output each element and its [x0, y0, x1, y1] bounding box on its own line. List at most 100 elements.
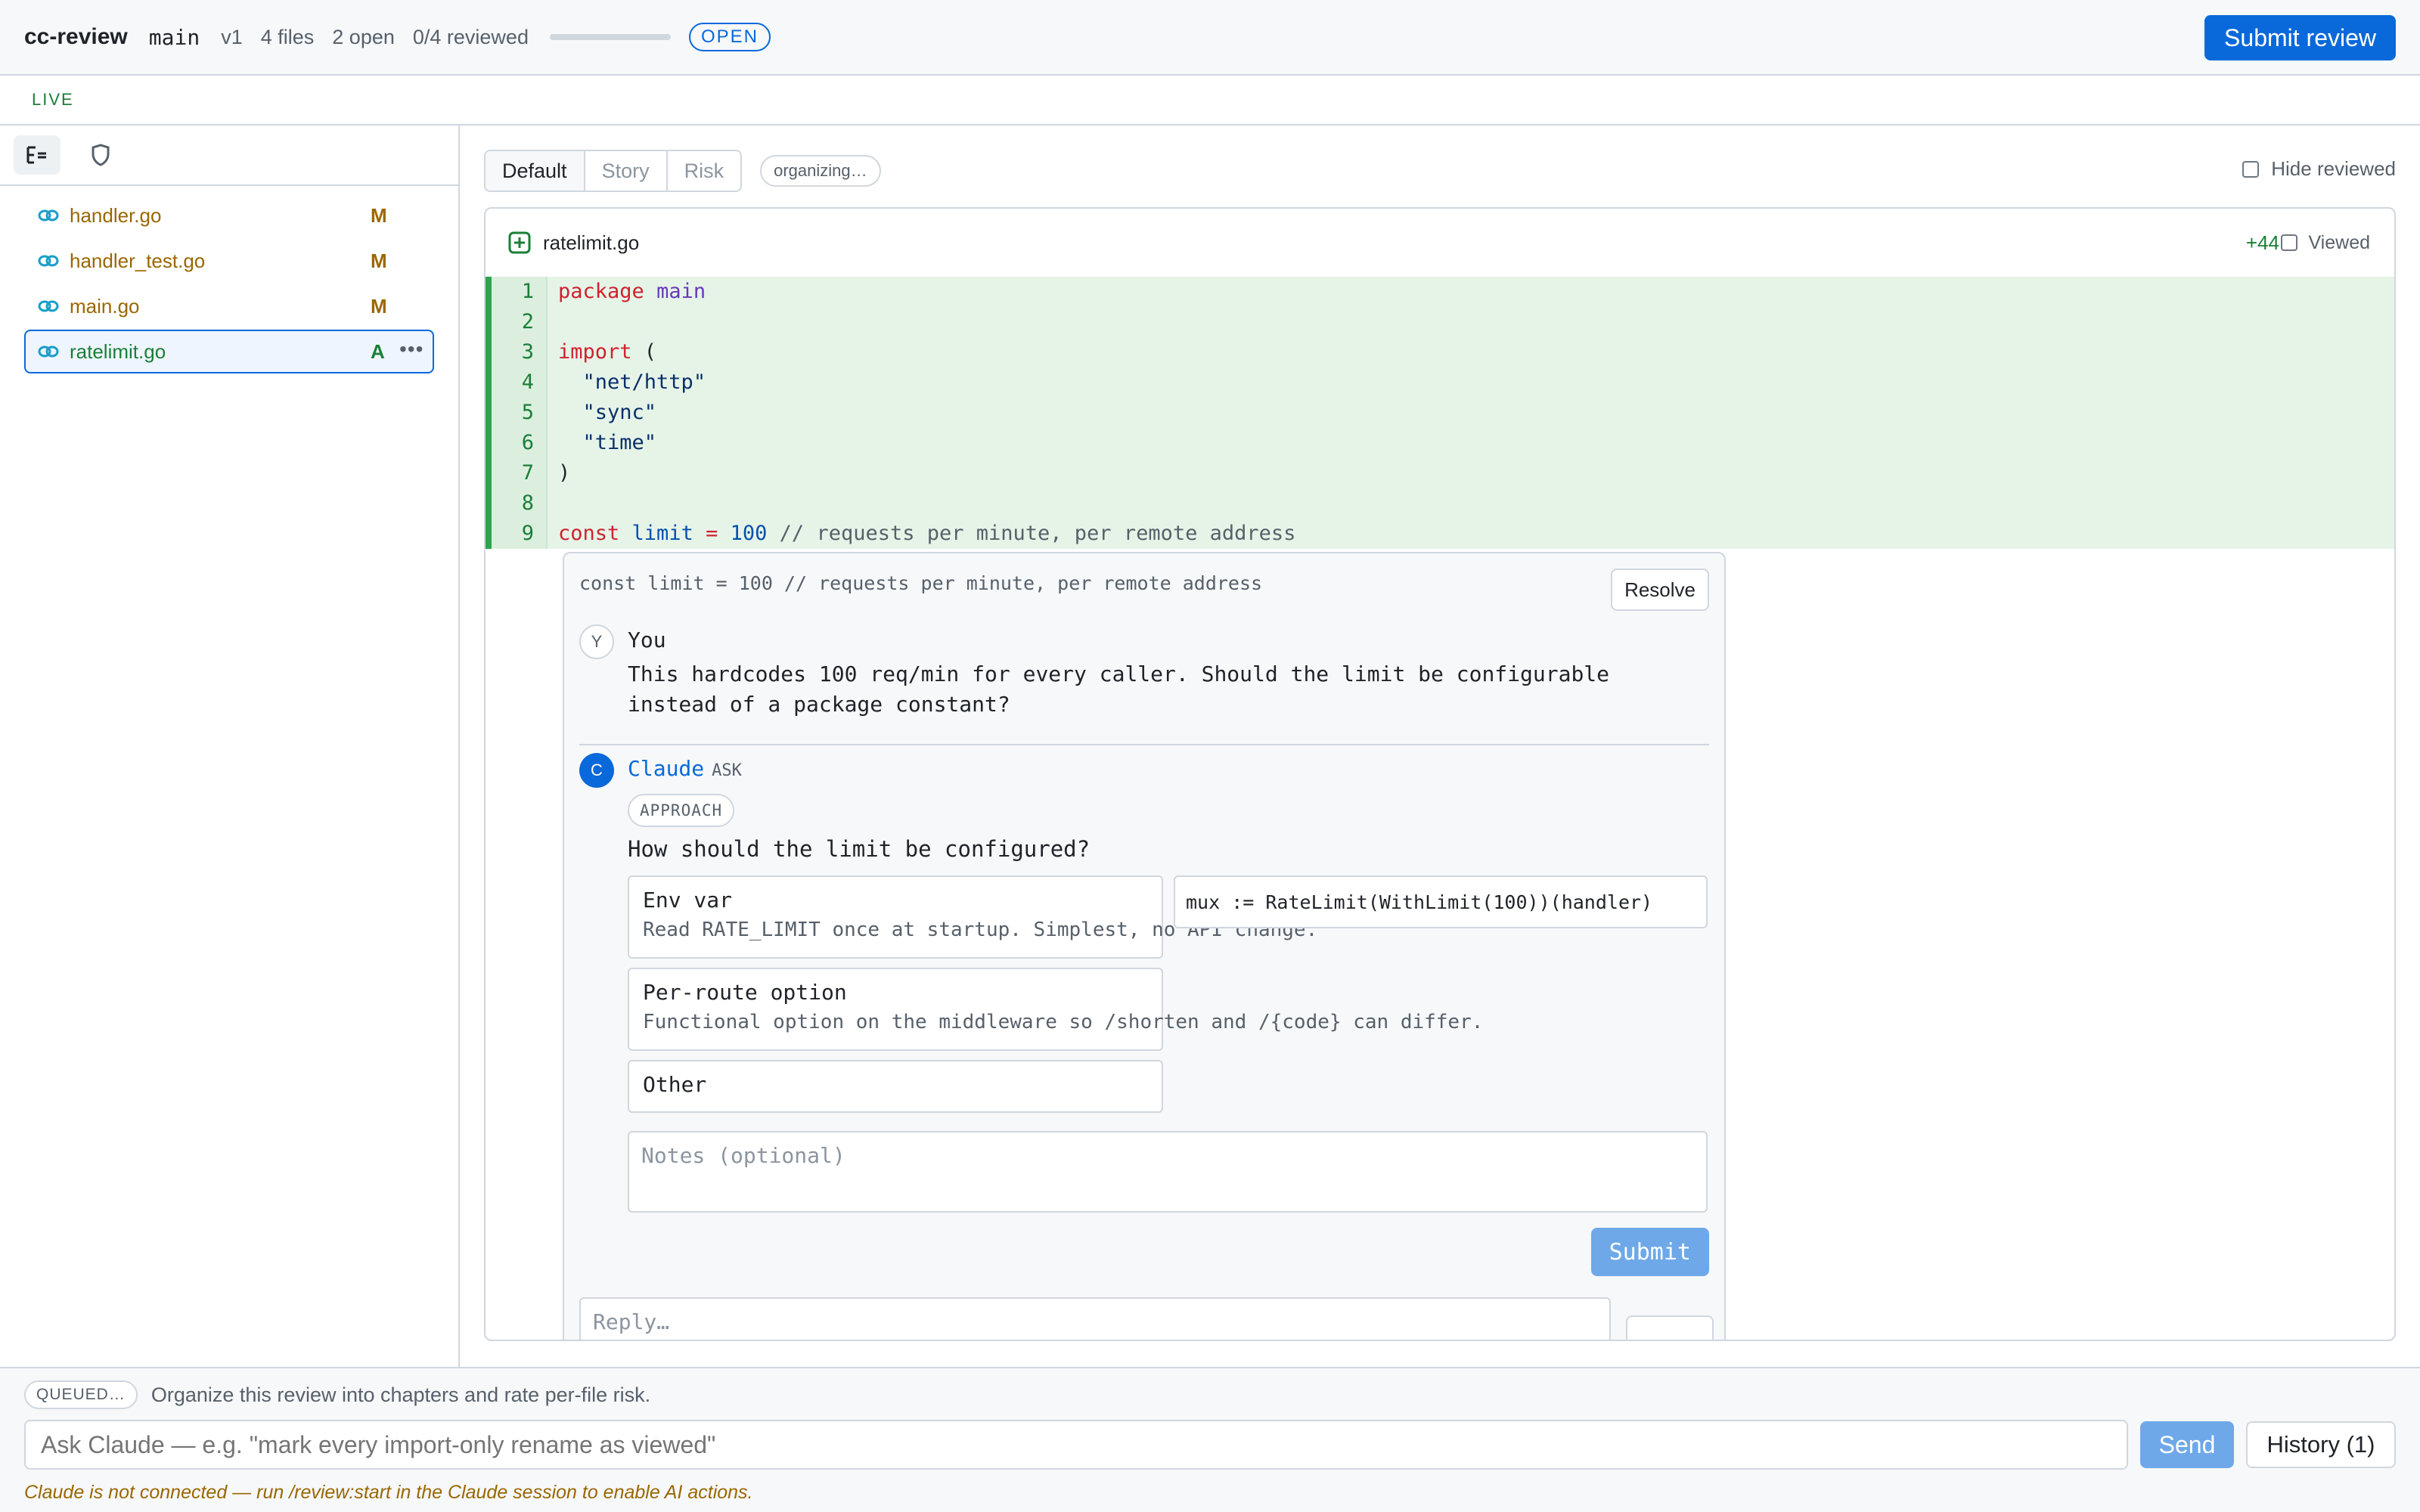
- code-line: 1 package main: [486, 277, 2394, 307]
- ask-tag: ASK: [712, 761, 742, 780]
- file-item-ratelimit[interactable]: ratelimit.go A •••: [24, 330, 434, 373]
- file-status: M: [371, 294, 387, 318]
- option-title: Other: [643, 1072, 707, 1097]
- hide-reviewed-checkbox[interactable]: [2242, 160, 2260, 178]
- live-bar: LIVE: [0, 76, 2420, 125]
- branch-name: main: [148, 24, 200, 50]
- line-number: 3: [492, 337, 548, 367]
- file-count: 4 files: [260, 25, 315, 48]
- code-preview: mux := RateLimit(WithLimit(100))(handler…: [1174, 875, 1708, 928]
- diff-header: ratelimit.go +44 Viewed: [486, 209, 2394, 277]
- connection-warning: Claude is not connected — run /review:st…: [24, 1482, 753, 1503]
- line-number: 4: [492, 367, 548, 398]
- comment-author: Claude: [628, 756, 705, 781]
- history-button[interactable]: History (1): [2246, 1421, 2396, 1468]
- answer-option-env-var[interactable]: Env var Read RATE_LIMIT once at startup.…: [628, 875, 1318, 959]
- send-button[interactable]: Send: [2140, 1421, 2234, 1468]
- option-description: Read RATE_LIMIT once at startup. Simples…: [643, 919, 1318, 941]
- file-list: handler.go M handler_test.go M main.go M…: [0, 186, 458, 373]
- line-number: 1: [492, 277, 548, 307]
- open-count: 2 open: [332, 25, 395, 48]
- shield-button[interactable]: [77, 135, 124, 175]
- go-file-icon: [38, 209, 59, 222]
- code-line: 6 "time": [486, 428, 2394, 458]
- review-progress-bar: [549, 34, 671, 40]
- resolve-button[interactable]: Resolve: [1611, 569, 1709, 611]
- reviewed-count: 0/4 reviewed: [412, 25, 529, 48]
- file-added-icon: [508, 231, 531, 254]
- thread-header: const limit = 100 // requests per minute…: [564, 553, 1724, 612]
- submit-review-button[interactable]: Submit review: [2204, 15, 2396, 60]
- answer-option-other[interactable]: Other: [628, 1060, 1163, 1113]
- comment-author-row: Claude ASK: [628, 756, 742, 781]
- code-block: 1 package main 2 3 import ( 4 "net/http" 5…: [486, 277, 2394, 549]
- file-name: main.go: [70, 294, 140, 318]
- comment-divider: [579, 744, 1709, 745]
- claude-command-bar: QUEUED… Organize this review into chapte…: [0, 1367, 2420, 1512]
- file-status: A: [371, 339, 385, 363]
- more-options-icon[interactable]: •••: [399, 337, 424, 361]
- hide-reviewed-label: Hide reviewed: [2271, 157, 2396, 180]
- main-panel: Default Story Risk organizing… Hide revi…: [460, 125, 2420, 1367]
- additions-count: +44: [2245, 231, 2279, 254]
- option-description: Functional option on the middleware so /…: [643, 1011, 1484, 1033]
- view-toolbar: Default Story Risk organizing…: [484, 150, 881, 192]
- app-name: cc-review: [24, 24, 128, 49]
- view-tab-default[interactable]: Default: [486, 151, 585, 191]
- go-file-icon: [38, 345, 59, 358]
- code-line: 2: [486, 307, 2394, 337]
- line-number: 8: [492, 488, 548, 519]
- avatar: Y: [579, 624, 614, 659]
- viewed-checkbox[interactable]: [2281, 234, 2298, 251]
- tree-view-icon: [26, 146, 46, 164]
- sidebar-tools: [0, 125, 458, 186]
- view-tab-risk[interactable]: Risk: [668, 151, 740, 191]
- live-indicator: LIVE: [32, 90, 74, 109]
- comment-author: You: [628, 627, 666, 652]
- line-number: 5: [492, 398, 548, 428]
- go-file-icon: [38, 255, 59, 267]
- file-status: M: [371, 203, 387, 227]
- queued-row: QUEUED… Organize this review into chapte…: [24, 1380, 650, 1409]
- line-number: 6: [492, 428, 548, 458]
- reply-input[interactable]: Reply…: [579, 1297, 1611, 1340]
- code-line: 8: [486, 488, 2394, 519]
- view-switcher: Default Story Risk: [484, 150, 743, 192]
- queued-badge: QUEUED…: [24, 1380, 138, 1409]
- code-line: 4 "net/http": [486, 367, 2394, 398]
- answer-option-per-route[interactable]: Per-route option Functional option on th…: [628, 968, 1484, 1051]
- submit-answer-button[interactable]: Submit: [1590, 1228, 1709, 1276]
- option-title: Per-route option: [643, 980, 847, 1005]
- avatar: C: [579, 753, 614, 788]
- comment-thread: const limit = 100 // requests per minute…: [563, 552, 1726, 1340]
- view-tab-story[interactable]: Story: [585, 151, 668, 191]
- code-line: 3 import (: [486, 337, 2394, 367]
- go-file-icon: [38, 300, 59, 312]
- file-item-handler-test[interactable]: handler_test.go M: [24, 239, 434, 283]
- top-header: cc-review main v1 4 files 2 open 0/4 rev…: [0, 0, 2420, 76]
- reply-button[interactable]: [1626, 1315, 1714, 1340]
- tree-view-button[interactable]: [14, 135, 60, 175]
- diff-card: ratelimit.go +44 Viewed 1 package main 2 …: [484, 207, 2396, 1341]
- category-badge: APPROACH: [628, 794, 735, 827]
- comment-body: This hardcodes 100 req/min for every cal…: [628, 662, 1610, 717]
- code-line: 5 "sync": [486, 398, 2394, 428]
- file-name: handler_test.go: [70, 249, 206, 272]
- diff-file-name: ratelimit.go: [543, 231, 640, 254]
- file-item-handler[interactable]: handler.go M: [24, 194, 434, 237]
- status-badge: OPEN: [688, 23, 771, 51]
- viewed-toggle[interactable]: Viewed: [2281, 232, 2370, 254]
- line-number: 9: [492, 519, 548, 549]
- question-text: How should the limit be configured?: [628, 836, 1091, 862]
- file-item-main[interactable]: main.go M: [24, 284, 434, 328]
- hide-reviewed-toggle[interactable]: Hide reviewed: [2242, 157, 2396, 181]
- line-number: 2: [492, 307, 548, 337]
- file-sidebar: handler.go M handler_test.go M main.go M…: [0, 125, 460, 1367]
- code-line: 7): [486, 458, 2394, 488]
- ask-claude-input[interactable]: [24, 1420, 2128, 1470]
- option-title: Env var: [643, 888, 733, 912]
- notes-textarea[interactable]: Notes (optional): [628, 1131, 1708, 1213]
- file-status: M: [371, 249, 387, 272]
- viewed-label: Viewed: [2308, 231, 2370, 253]
- queued-task: Organize this review into chapters and r…: [150, 1383, 651, 1406]
